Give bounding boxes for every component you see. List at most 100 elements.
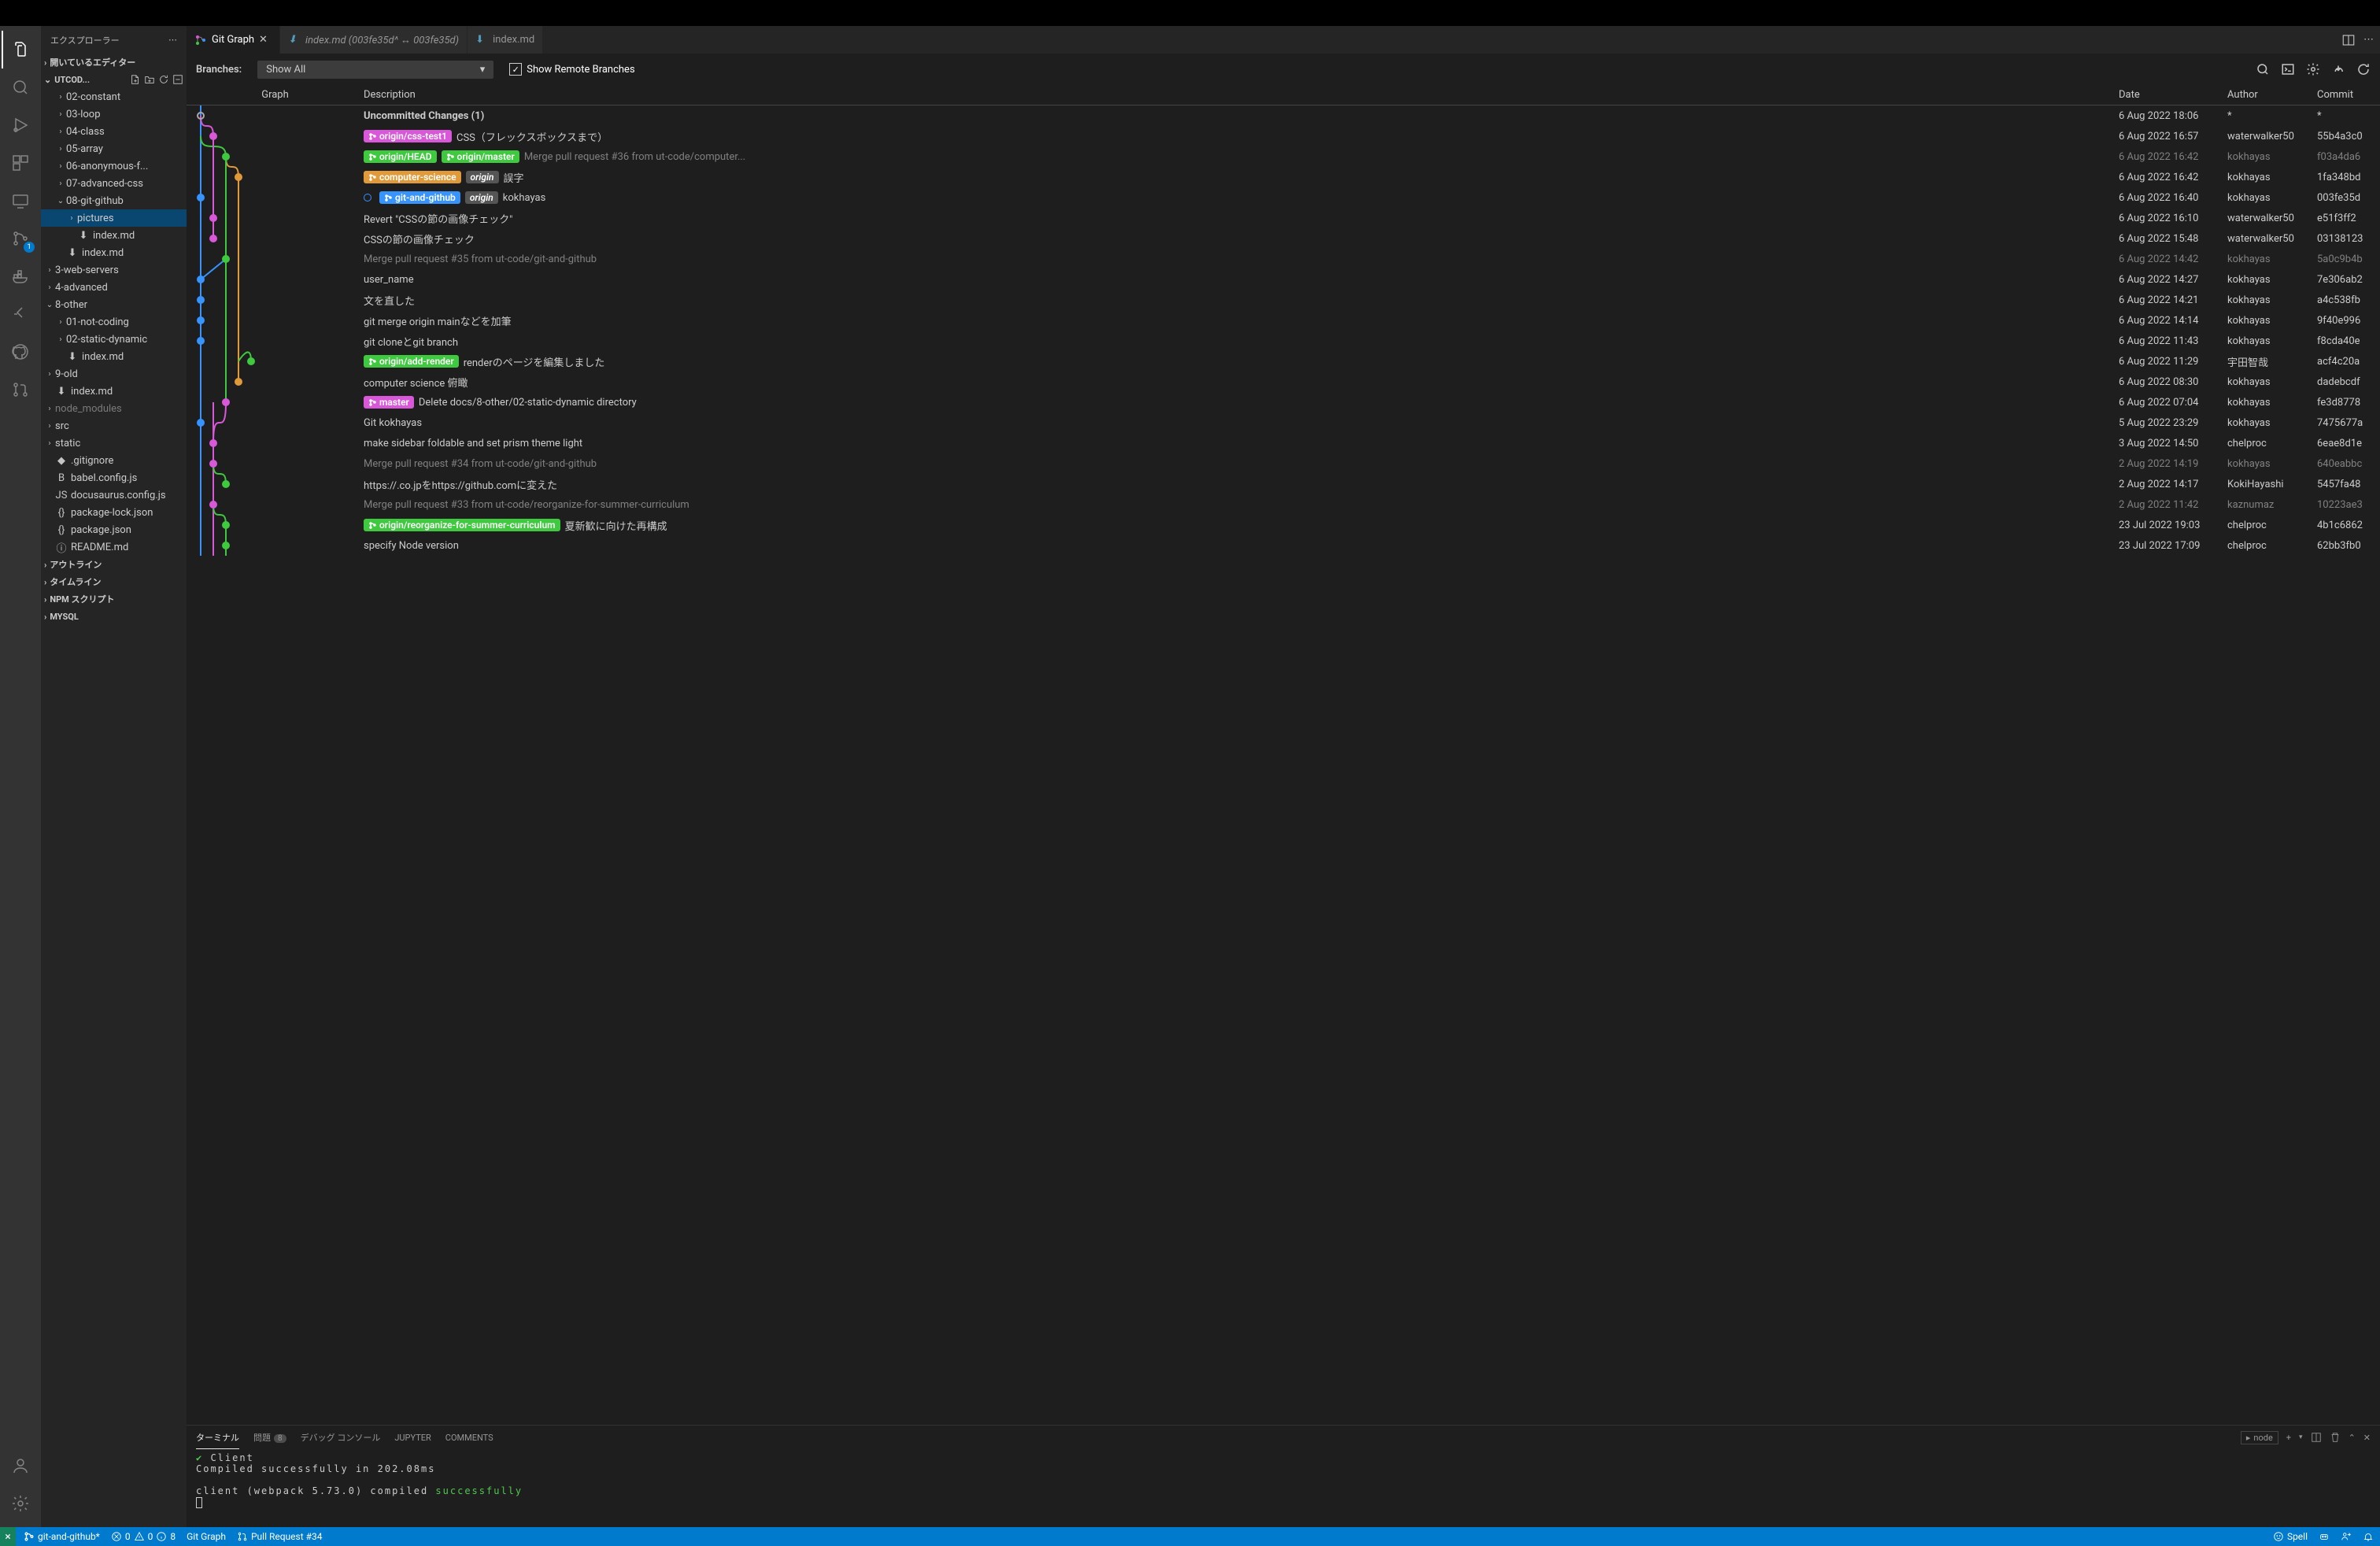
new-file-icon[interactable]	[130, 74, 141, 85]
pull-request-icon[interactable]	[2, 371, 39, 409]
more-icon[interactable]	[2363, 34, 2374, 46]
folder-item[interactable]: ›06-anonymous-f...	[41, 157, 187, 175]
file-item[interactable]: ◆.gitignore	[41, 452, 187, 469]
split-icon[interactable]	[2311, 1432, 2322, 1443]
commit-row[interactable]: Uncommitted Changes (1)6 Aug 2022 18:06*…	[187, 105, 2380, 126]
source-control-icon[interactable]: 1	[2, 220, 39, 257]
more-icon[interactable]	[168, 35, 177, 45]
status-pr[interactable]: Pull Request #34	[237, 1531, 323, 1542]
remote-icon[interactable]	[2, 182, 39, 220]
folder-item[interactable]: ›static	[41, 435, 187, 452]
file-item[interactable]: ⬇index.md	[41, 383, 187, 400]
folder-item[interactable]: ›01-not-coding	[41, 313, 187, 331]
section-header[interactable]: ›タイムライン	[41, 573, 187, 590]
remote-button[interactable]	[0, 1527, 16, 1546]
folder-item[interactable]: ›02-static-dynamic	[41, 331, 187, 348]
file-item[interactable]: {}package.json	[41, 521, 187, 538]
commit-row[interactable]: CSSの節の画像チェック6 Aug 2022 15:48waterwalker5…	[187, 228, 2380, 249]
terminal-icon[interactable]	[2281, 62, 2295, 76]
folder-item[interactable]: ›pictures	[41, 209, 187, 227]
docker-icon[interactable]	[2, 257, 39, 295]
folder-item[interactable]: ›node_modules	[41, 400, 187, 417]
gear-icon[interactable]	[2306, 62, 2320, 76]
open-editors-section[interactable]: › 開いているエディター	[41, 54, 187, 71]
editor-tab[interactable]: ⬇index.md	[468, 26, 543, 54]
extensions-icon[interactable]	[2, 144, 39, 182]
show-remote-checkbox[interactable]: ✓ Show Remote Branches	[509, 63, 634, 76]
commit-row[interactable]: computer-scienceorigin誤字6 Aug 2022 16:42…	[187, 167, 2380, 187]
share-icon[interactable]	[2, 295, 39, 333]
file-item[interactable]: ⬇index.md	[41, 227, 187, 244]
branch-tag[interactable]: origin/css-test1	[364, 130, 452, 142]
commit-row[interactable]: origin/HEAD origin/masterMerge pull requ…	[187, 146, 2380, 167]
folder-item[interactable]: ›4-advanced	[41, 279, 187, 296]
section-header[interactable]: ›NPM スクリプト	[41, 590, 187, 608]
split-icon[interactable]	[2341, 33, 2356, 47]
terminal-output[interactable]: ✔ Client Compiled successfully in 202.08…	[187, 1449, 2380, 1527]
branch-tag[interactable]: origin/HEAD	[364, 150, 437, 163]
folder-item[interactable]: ›src	[41, 417, 187, 435]
github-icon[interactable]	[2, 333, 39, 371]
status-bell-icon[interactable]	[2363, 1531, 2374, 1542]
file-item[interactable]: ⓘREADME.md	[41, 538, 187, 556]
commit-row[interactable]: user_name6 Aug 2022 14:27kokhayas7e306ab…	[187, 269, 2380, 290]
folder-item[interactable]: ⌄08-git-github	[41, 192, 187, 209]
commit-row[interactable]: git-and-githuboriginkokhayas6 Aug 2022 1…	[187, 187, 2380, 208]
section-header[interactable]: ›アウトライン	[41, 556, 187, 573]
branch-tag[interactable]: origin/reorganize-for-summer-curriculum	[364, 519, 560, 531]
account-icon[interactable]	[2, 1447, 39, 1485]
close-icon[interactable]: ✕	[259, 34, 272, 46]
new-folder-icon[interactable]	[144, 74, 155, 85]
section-header[interactable]: ›MYSQL	[41, 608, 187, 625]
commit-row[interactable]: origin/add-renderrenderのページを編集しました6 Aug …	[187, 351, 2380, 372]
commit-row[interactable]: Merge pull request #35 from ut-code/git-…	[187, 249, 2380, 269]
commit-row[interactable]: git merge origin mainなどを加筆6 Aug 2022 14:…	[187, 310, 2380, 331]
commit-row[interactable]: Revert "CSSの節の画像チェック"6 Aug 2022 16:10wat…	[187, 208, 2380, 228]
folder-item[interactable]: ›3-web-servers	[41, 261, 187, 279]
commit-row[interactable]: origin/reorganize-for-summer-curriculum夏…	[187, 515, 2380, 535]
settings-gear-icon[interactable]	[2, 1485, 39, 1522]
commit-row[interactable]: Git kokhayas5 Aug 2022 23:29kokhayas7475…	[187, 412, 2380, 433]
explorer-icon[interactable]	[2, 31, 39, 68]
terminal-tab[interactable]: COMMENTS	[445, 1428, 493, 1448]
file-item[interactable]: ⬇index.md	[41, 348, 187, 365]
commit-row[interactable]: computer science 俯瞰6 Aug 2022 08:30kokha…	[187, 372, 2380, 392]
status-branch[interactable]: git-and-github*	[24, 1531, 100, 1542]
commit-row[interactable]: 文を直した6 Aug 2022 14:21kokhayasa4c538fb	[187, 290, 2380, 310]
branch-tag[interactable]: computer-science	[364, 171, 461, 183]
new-terminal-icon[interactable]: +	[2286, 1433, 2291, 1443]
file-item[interactable]: ⬇index.md	[41, 244, 187, 261]
refresh-icon[interactable]	[158, 74, 169, 85]
branch-tag[interactable]: origin/master	[442, 150, 519, 163]
terminal-tab[interactable]: デバッグ コンソール	[301, 1426, 381, 1448]
refresh-icon[interactable]	[2356, 62, 2371, 76]
folder-item[interactable]: ›02-constant	[41, 88, 187, 105]
branch-tag[interactable]: origin/add-render	[364, 355, 459, 368]
file-item[interactable]: Bbabel.config.js	[41, 469, 187, 486]
close-icon[interactable]: ✕	[2363, 1433, 2371, 1443]
search-icon[interactable]	[2256, 62, 2270, 76]
commit-row[interactable]: origin/css-test1CSS（フレックスボックスまで）6 Aug 20…	[187, 126, 2380, 146]
folder-item[interactable]: ›05-array	[41, 140, 187, 157]
commit-row[interactable]: https://.co.jpをhttps://github.comに変えた2 A…	[187, 474, 2380, 494]
status-copilot-icon[interactable]	[2319, 1531, 2330, 1542]
commit-row[interactable]: Merge pull request #34 from ut-code/git-…	[187, 453, 2380, 474]
branch-tag[interactable]: git-and-github	[379, 191, 460, 204]
commit-row[interactable]: specify Node version23 Jul 2022 17:09che…	[187, 535, 2380, 556]
editor-tab[interactable]: ⬇index.md (003fe35d^ ↔ 003fe35d)	[280, 26, 468, 54]
terminal-tab[interactable]: ターミナル	[196, 1426, 239, 1449]
status-spell[interactable]: Spell	[2273, 1531, 2308, 1542]
terminal-profile[interactable]: ▸ node	[2241, 1431, 2278, 1444]
chevron-up-icon[interactable]: ⌃	[2349, 1433, 2356, 1443]
folder-item[interactable]: ›04-class	[41, 123, 187, 140]
file-item[interactable]: {}package-lock.json	[41, 504, 187, 521]
folder-item[interactable]: ›07-advanced-css	[41, 175, 187, 192]
folder-item[interactable]: ⌄8-other	[41, 296, 187, 313]
status-gitgraph[interactable]: Git Graph	[187, 1531, 226, 1542]
file-item[interactable]: JSdocusaurus.config.js	[41, 486, 187, 504]
folder-item[interactable]: ›03-loop	[41, 105, 187, 123]
commit-row[interactable]: Merge pull request #33 from ut-code/reor…	[187, 494, 2380, 515]
status-problems[interactable]: 0 0 8	[111, 1531, 176, 1542]
workspace-section[interactable]: ⌄ UTCOD...	[41, 71, 187, 88]
fetch-icon[interactable]	[2331, 62, 2345, 76]
